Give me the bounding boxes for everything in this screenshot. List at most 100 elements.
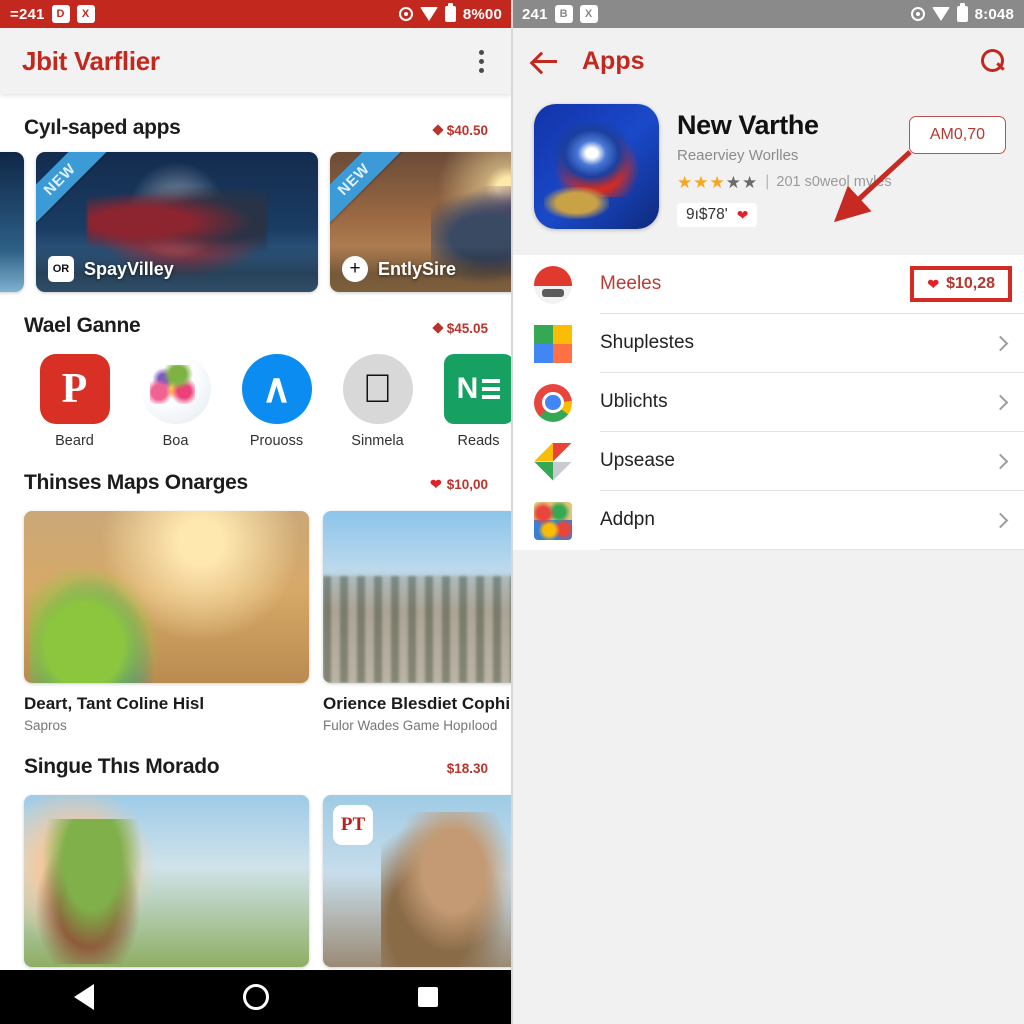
pocket-icon: P — [39, 354, 110, 424]
section-price-value: $40.50 — [446, 122, 488, 138]
app-downloads-chip: 9ı$78' ❤ — [677, 203, 758, 227]
heart-icon: ❤ — [736, 207, 749, 223]
panel-divider — [511, 0, 513, 1024]
media-card[interactable] — [24, 795, 309, 967]
app-icon-item[interactable]:  Sinmela — [327, 354, 428, 449]
photos-ball-icon — [140, 354, 211, 424]
diamond-icon — [432, 124, 444, 136]
list-item-price-value: $10,28 — [946, 275, 995, 292]
list-item-label: Addpn — [600, 509, 655, 530]
diamond-icon — [432, 322, 444, 334]
list-item-shuplestes[interactable]: Shuplestes — [512, 314, 1024, 373]
rating-count: 201 s0weol myles — [776, 174, 892, 190]
status-chip-1-icon: D — [51, 5, 70, 23]
status-left-text: =241 — [10, 5, 45, 23]
apple-icon:  — [342, 354, 413, 424]
heart-icon: ❤ — [927, 276, 940, 292]
media-card-title: Deart, Tant Coline Hisl — [24, 694, 205, 713]
messenger-icon: ∧ — [241, 354, 312, 424]
media-card[interactable]: PT — [323, 795, 512, 967]
app-icon-item[interactable]: ∧ Prouoss — [226, 354, 327, 449]
wifi-icon — [419, 7, 438, 21]
heart-icon: ❤ — [429, 476, 442, 492]
mario-icon — [534, 265, 572, 304]
recents-square-icon[interactable] — [417, 987, 438, 1007]
app-rating-row: ★★★★★ | 201 s0weol myles — [677, 173, 1006, 191]
home-circle-icon[interactable] — [242, 984, 269, 1010]
rating-separator: | — [765, 173, 770, 190]
media-card-subtitle: Fulor Wades Game Hopılood — [323, 718, 498, 733]
banner-caption: + EntlySire — [330, 246, 512, 292]
media-card-image — [24, 795, 309, 967]
record-icon — [398, 7, 413, 21]
back-triangle-icon[interactable] — [74, 984, 95, 1010]
page-title: Jbit Varflier — [22, 45, 160, 76]
search-icon[interactable] — [978, 47, 1006, 75]
section-price: $18.30 — [447, 761, 488, 776]
media-card-title: Orience Blesdiet Cophi — [323, 694, 511, 713]
back-arrow-icon[interactable] — [530, 46, 560, 76]
left-scroll-area[interactable]: Cyıl-saped apps $40.50 NEW OR SpayVilley — [0, 94, 512, 1024]
section-header-apps: Wael Ganne $45.05 — [0, 292, 512, 350]
section-header-curated: Cyıl-saped apps $40.50 — [0, 94, 512, 152]
banner-card[interactable] — [0, 152, 24, 292]
banner-label: EntlySire — [378, 258, 457, 279]
right-status-bar: 241 B X 8:048 — [512, 0, 1024, 28]
apps-list: Meeles ❤ $10,28 Shuplestes Ublichts Upse… — [512, 255, 1024, 550]
section-price-value: $18.30 — [446, 761, 488, 776]
app-icon-item[interactable]: P Beard — [24, 354, 125, 449]
app-hero-icon — [534, 104, 659, 229]
media-card-subtitle: Sapros — [24, 718, 67, 733]
banner-label: SpayVilley — [84, 258, 174, 279]
section-price: $40.50 — [432, 122, 488, 138]
banner-card[interactable]: NEW + EntlySire — [330, 152, 512, 292]
price-badge[interactable]: AM0,70 — [908, 116, 1006, 154]
list-item-label: Meeles — [600, 273, 662, 294]
list-item-ublichts[interactable]: Ublichts — [512, 373, 1024, 432]
chevron-right-icon — [992, 512, 1009, 528]
media-card-image: PT — [323, 795, 512, 967]
media-card-row[interactable]: PT — [0, 791, 512, 967]
left-app-bar: Jbit Varflier — [0, 28, 512, 94]
list-item-price-badge[interactable]: ❤ $10,28 — [910, 266, 1012, 302]
app-icon-row[interactable]: P Beard Boa ∧ Prouoss  Sinmela N Rea — [0, 350, 512, 449]
banner-badge-icon: OR — [48, 256, 74, 282]
wifi-icon — [931, 7, 950, 21]
status-clock: 8%00 — [462, 5, 502, 23]
banner-card[interactable]: NEW OR SpayVilley — [36, 152, 318, 292]
section-header-morado: Singue Thıs Morado $18.30 — [0, 733, 512, 791]
app-icon-label: Boa — [162, 433, 189, 449]
chevron-right-icon — [992, 335, 1009, 351]
list-item-upsease[interactable]: Upsease — [512, 432, 1024, 491]
list-item-meeles[interactable]: Meeles ❤ $10,28 — [512, 255, 1024, 314]
chevron-right-icon — [992, 453, 1009, 469]
app-icon-item[interactable]: Boa — [125, 354, 226, 449]
media-card-row[interactable]: Deart, Tant Coline Hisl Sapros Orience B… — [0, 507, 512, 733]
section-price-value: $10,00 — [446, 476, 488, 492]
banner-carousel[interactable]: NEW OR SpayVilley NEW + EntlySire — [0, 152, 512, 292]
section-price: $45.05 — [432, 321, 488, 336]
left-status-bar: =241 D X 8%00 — [0, 0, 512, 28]
battery-icon — [956, 3, 968, 22]
app-icon-item[interactable]: N Reads — [428, 354, 512, 449]
section-header-maps: Thinses Maps Onarges ❤ $10,00 — [0, 449, 512, 507]
status-chip-2-icon: X — [579, 5, 598, 23]
onenote-icon: N — [443, 354, 512, 424]
right-phone-panel: 241 B X 8:048 Apps New Varthe Reaerviey … — [512, 0, 1024, 1024]
android-nav-bar — [0, 970, 512, 1024]
windows-icon — [534, 324, 572, 363]
list-item-addpn[interactable]: Addpn — [512, 491, 1024, 550]
status-clock: 8:048 — [974, 5, 1014, 23]
rating-stars-icon: ★★★★★ — [677, 172, 759, 192]
section-title: Cyıl-saped apps — [24, 116, 181, 139]
app-downloads-value: 9ı$78' — [686, 206, 728, 223]
list-item-label: Upsease — [600, 450, 675, 471]
media-card[interactable]: Orience Blesdiet Cophi Fulor Wades Game … — [323, 511, 512, 733]
banner-art — [0, 152, 24, 292]
media-card-image — [323, 511, 512, 683]
list-item-label: Ublichts — [600, 391, 668, 412]
media-card[interactable]: Deart, Tant Coline Hisl Sapros — [24, 511, 309, 733]
kebab-menu-icon[interactable] — [473, 44, 490, 79]
chrome-icon — [534, 383, 572, 422]
banner-badge-icon: + — [342, 256, 368, 282]
